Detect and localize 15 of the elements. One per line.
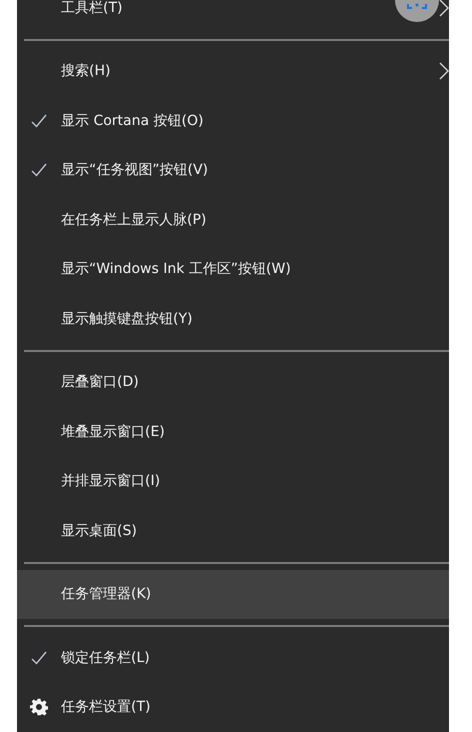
settings-icon — [30, 698, 48, 716]
menu-item[interactable]: 显示“Windows Ink 工作区”按钮(W) — [17, 244, 449, 294]
menu-item[interactable]: 堆叠显示窗口(E) — [17, 407, 449, 456]
menu-item[interactable]: 显示 Cortana 按钮(O) — [17, 96, 449, 146]
menu-item[interactable]: 显示桌面(S) — [17, 506, 449, 556]
menu-item[interactable]: 锁定任务栏(L) — [17, 633, 449, 682]
menu-item[interactable]: 显示触摸键盘按钮(Y) — [17, 294, 449, 344]
menu-item[interactable]: 并排显示窗口(I) — [17, 456, 449, 506]
menu-item[interactable]: 任务栏设置(T) — [17, 682, 449, 732]
menu-item[interactable]: 在任务栏上显示人脉(P) — [17, 195, 449, 244]
menu-item[interactable]: 搜索(H) — [17, 46, 449, 96]
menu-item[interactable]: 任务管理器(K) — [17, 570, 449, 619]
menu-item[interactable]: 显示“任务视图”按钮(V) — [17, 146, 449, 195]
menu-item[interactable]: 工具栏(T) — [17, 0, 449, 32]
menu-item[interactable]: 层叠窗口(D) — [17, 358, 449, 407]
